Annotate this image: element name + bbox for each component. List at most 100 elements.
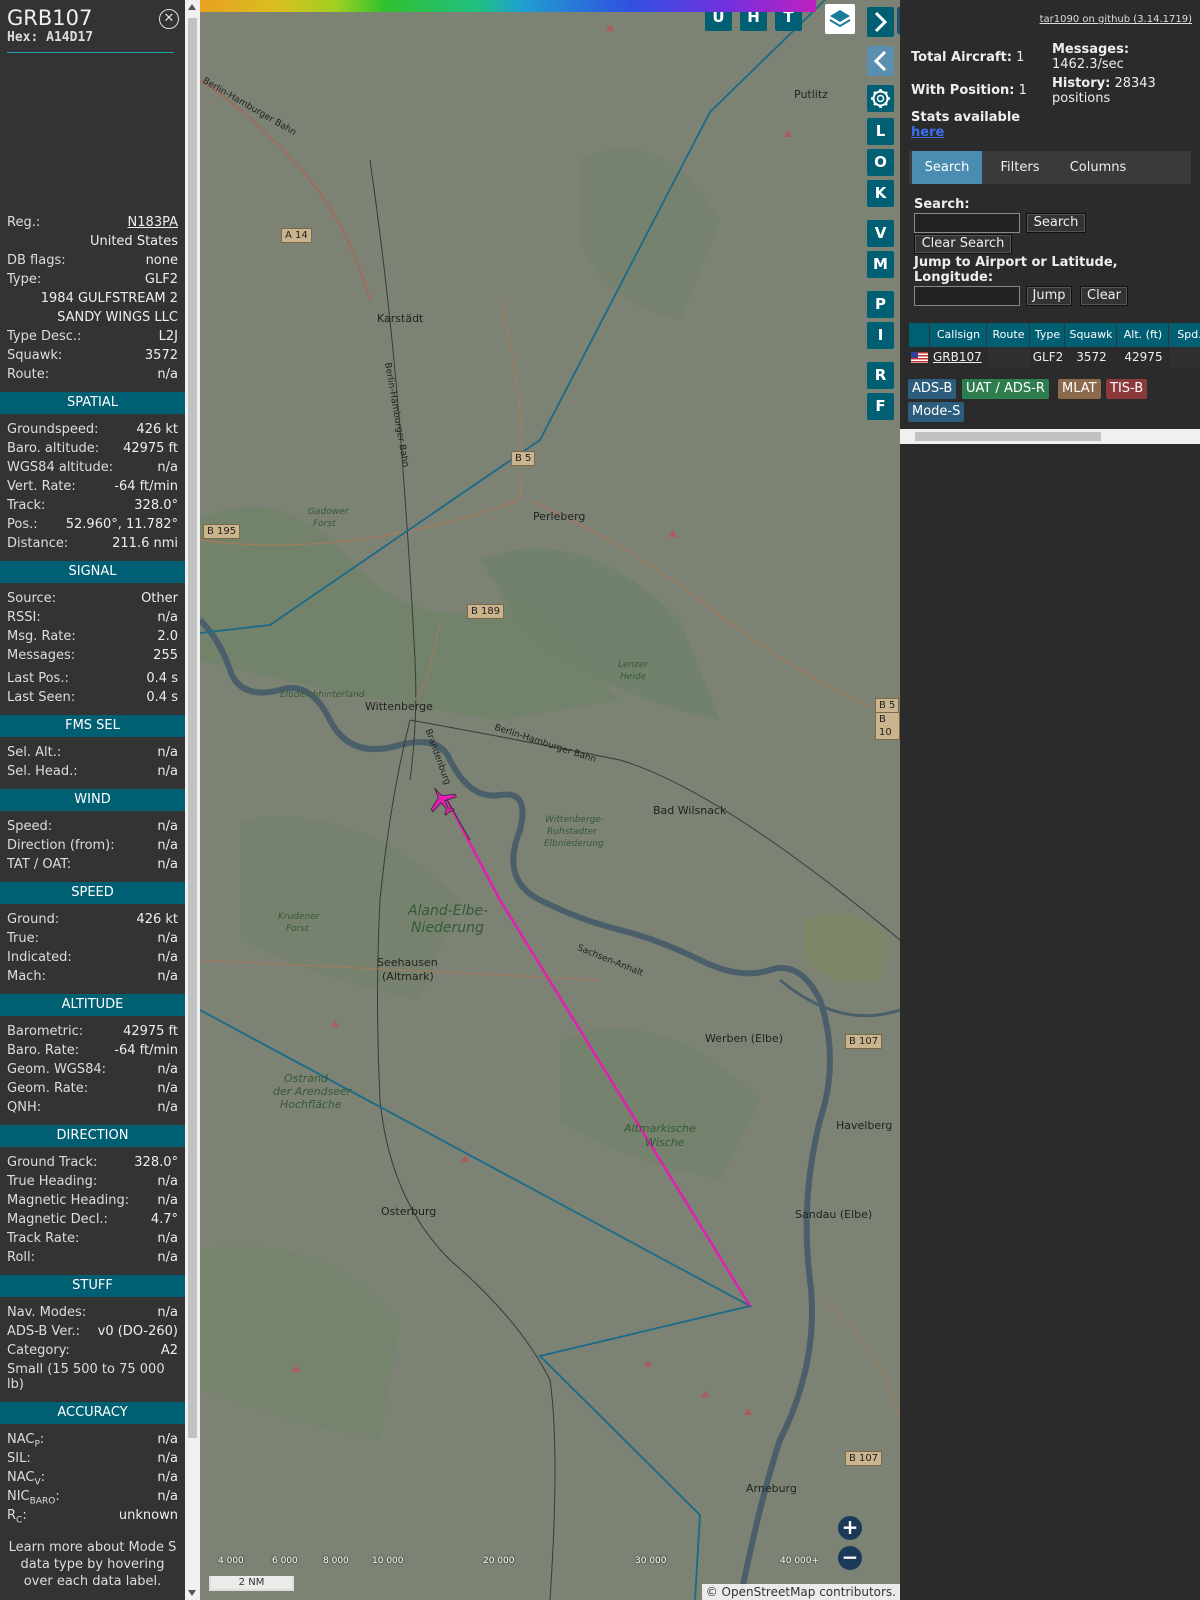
gear-icon[interactable] bbox=[867, 85, 894, 112]
chevron-left-icon[interactable] bbox=[867, 46, 894, 76]
map-label-gadow-1: Gadower bbox=[308, 507, 349, 517]
legend-tisb: TIS-B bbox=[1106, 379, 1148, 399]
map-view[interactable]: Putlitz Karstädt Perleberg Wittenberge B… bbox=[200, 0, 900, 1600]
detail-value: 4.7° bbox=[150, 1212, 178, 1227]
map-label-ostrand-1: Ostrand bbox=[284, 1072, 328, 1085]
chevron-right-icon[interactable] bbox=[867, 7, 894, 37]
map-label-aland-1: Aland-Elbe- bbox=[408, 903, 489, 919]
col-speed[interactable]: Spd. bbox=[1170, 323, 1200, 347]
reg-row: Reg.: N183PA bbox=[0, 213, 185, 232]
row-callsign[interactable]: GRB107 bbox=[931, 347, 987, 367]
col-squawk[interactable]: Squawk bbox=[1066, 323, 1117, 347]
col-route[interactable]: Route bbox=[988, 323, 1030, 347]
alt-scale-label-10000: 10 000 bbox=[372, 1556, 404, 1566]
map-label-aland-2: Niederung bbox=[411, 920, 484, 936]
map-label-seehausen: Seehausen bbox=[377, 956, 438, 969]
nacp-row[interactable]: NACP: n/a bbox=[0, 1430, 185, 1450]
close-icon[interactable]: ✕ bbox=[159, 9, 179, 29]
detail-row: Barometric: 42975 ft bbox=[0, 1022, 185, 1041]
alt-scale-label-4000: 4 000 bbox=[218, 1556, 244, 1566]
map-label-perleberg: Perleberg bbox=[533, 510, 586, 523]
search-input[interactable] bbox=[914, 213, 1020, 233]
section-stuff: STUFF bbox=[0, 1275, 185, 1297]
nicbaro-row[interactable]: NICBARO: n/a bbox=[0, 1487, 185, 1507]
github-link[interactable]: tar1090 on github (3.14.1719) bbox=[1040, 14, 1192, 25]
row-altitude: 42975 bbox=[1124, 350, 1163, 364]
map-attribution[interactable]: © OpenStreetMap contributors. bbox=[701, 1584, 900, 1600]
col-type[interactable]: Type bbox=[1031, 323, 1065, 347]
detail-value: 426 kt bbox=[136, 422, 178, 437]
hscroll-thumb[interactable] bbox=[915, 432, 1101, 441]
detail-value: 2.0 bbox=[157, 629, 178, 644]
registration-link[interactable]: N183PA bbox=[128, 213, 178, 232]
scroll-down-arrow-icon[interactable] bbox=[188, 1590, 196, 1596]
detail-row: Direction (from): n/a bbox=[0, 836, 185, 855]
detail-value: n/a bbox=[157, 1250, 178, 1265]
detail-row: WGS84 altitude: n/a bbox=[0, 458, 185, 477]
detail-label: Geom. Rate: bbox=[7, 1081, 89, 1096]
tab-search[interactable]: Search bbox=[912, 151, 982, 184]
table-row[interactable]: GRB107 GLF2 3572 42975 bbox=[909, 347, 1200, 367]
fms-list: Sel. Alt.: n/a Sel. Head.: n/a bbox=[0, 743, 185, 781]
map-button-i[interactable]: I bbox=[867, 322, 894, 349]
map-button-k[interactable]: K bbox=[867, 180, 894, 207]
map-label-krud-1: Krudener bbox=[278, 912, 320, 922]
map-button-r[interactable]: R bbox=[867, 362, 894, 389]
detail-value: 426 kt bbox=[136, 912, 178, 927]
clear-search-button[interactable]: Clear Search bbox=[914, 234, 1012, 254]
stuff-list: Nav. Modes: n/a ADS-B Ver.: v0 (DO-260) Cate… bbox=[0, 1303, 185, 1360]
stats-available: Stats available here bbox=[911, 110, 1021, 140]
table-horizontal-scrollbar[interactable] bbox=[900, 429, 1200, 444]
map-button-l[interactable]: L bbox=[867, 118, 894, 145]
jump-button[interactable]: Jump bbox=[1026, 286, 1072, 306]
detail-value: 42975 ft bbox=[123, 441, 178, 456]
detail-value: n/a bbox=[157, 931, 178, 946]
jump-input[interactable] bbox=[914, 286, 1020, 306]
map-button-m[interactable]: M bbox=[867, 251, 894, 278]
road-b195: B 195 bbox=[203, 524, 241, 539]
col-callsign[interactable]: Callsign bbox=[931, 323, 987, 347]
scroll-up-arrow-icon[interactable] bbox=[188, 4, 196, 10]
map-button-f[interactable]: F bbox=[867, 393, 894, 420]
clear-button[interactable]: Clear bbox=[1080, 286, 1128, 306]
detail-label: Direction (from): bbox=[7, 838, 115, 853]
detail-row: Last Seen: 0.4 s bbox=[0, 688, 185, 707]
zoom-out-button[interactable]: − bbox=[838, 1546, 862, 1570]
detail-value: n/a bbox=[157, 610, 178, 625]
category-desc: Small (15 500 to 75 000 lb) bbox=[7, 1362, 165, 1392]
detail-label: True: bbox=[7, 931, 39, 946]
detail-row: Nav. Modes: n/a bbox=[0, 1303, 185, 1322]
detail-row: Sel. Alt.: n/a bbox=[0, 743, 185, 762]
map-scale-bar: 2 NM bbox=[209, 1576, 294, 1591]
rc-value: unknown bbox=[118, 1508, 178, 1523]
col-flag[interactable] bbox=[909, 323, 930, 347]
map-label-wbr-3: Elbniederung bbox=[544, 839, 604, 849]
detail-row: Category: A2 bbox=[0, 1341, 185, 1360]
detail-value: n/a bbox=[157, 764, 178, 779]
detail-row: Ground Track: 328.0° bbox=[0, 1153, 185, 1172]
map-label-ostrand-3: Hochfläche bbox=[280, 1098, 342, 1111]
layers-icon[interactable] bbox=[825, 4, 855, 34]
tab-filters[interactable]: Filters bbox=[985, 151, 1055, 184]
map-button-p[interactable]: P bbox=[867, 291, 894, 318]
nacv-row[interactable]: NACV: n/a bbox=[0, 1468, 185, 1488]
detail-label: Sel. Head.: bbox=[7, 764, 78, 779]
detail-row: Geom. WGS84: n/a bbox=[0, 1060, 185, 1079]
stats-here-link[interactable]: here bbox=[911, 125, 944, 140]
scrollbar-thumb[interactable] bbox=[188, 18, 197, 1438]
zoom-in-button[interactable]: + bbox=[838, 1516, 862, 1540]
detail-value: Other bbox=[141, 591, 178, 606]
col-altitude[interactable]: Alt. (ft) bbox=[1118, 323, 1169, 347]
detail-label: Last Seen: bbox=[7, 690, 76, 705]
detail-row: Sel. Head.: n/a bbox=[0, 762, 185, 781]
info-panel-scrollbar[interactable] bbox=[185, 0, 200, 1600]
map-button-o[interactable]: O bbox=[867, 149, 894, 176]
search-button[interactable]: Search bbox=[1026, 213, 1086, 233]
tab-columns[interactable]: Columns bbox=[1058, 151, 1138, 184]
detail-value: n/a bbox=[157, 1193, 178, 1208]
nicbaro-label: NICBARO: bbox=[7, 1489, 60, 1507]
section-direction: DIRECTION bbox=[0, 1125, 185, 1147]
sil-row[interactable]: SIL: n/a bbox=[0, 1449, 185, 1468]
rc-row[interactable]: RC: unknown bbox=[0, 1506, 185, 1526]
map-button-v[interactable]: V bbox=[867, 220, 894, 247]
